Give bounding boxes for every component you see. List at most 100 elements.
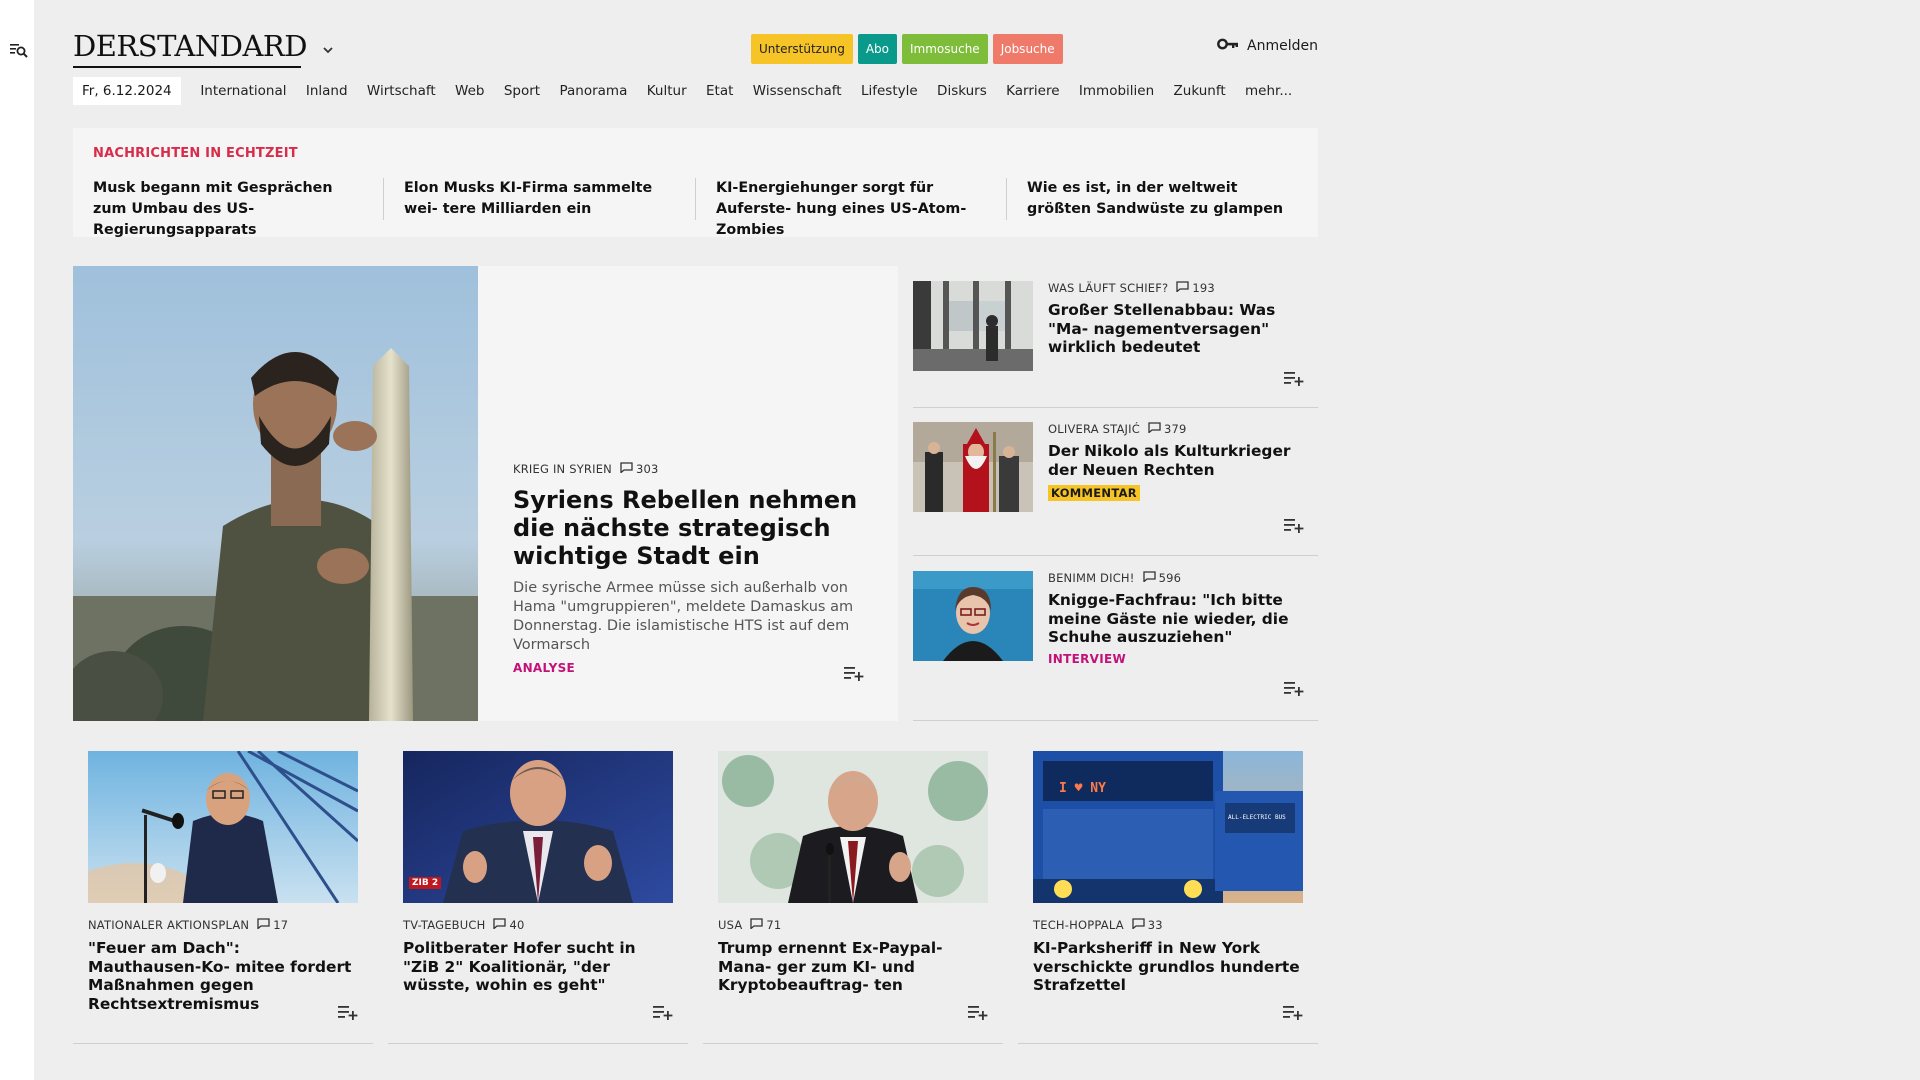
comment-icon — [1142, 571, 1156, 585]
side-kicker: BENIMM DICH! 596 — [1048, 571, 1310, 585]
article-image: ZIB 2 — [403, 751, 673, 903]
nav-sport[interactable]: Sport — [494, 83, 550, 99]
divider — [695, 178, 696, 220]
pill-jobsuche[interactable]: Jobsuche — [992, 34, 1063, 64]
article-card[interactable]: NATIONALER AKTIONSPLAN 17 "Feuer am Dach… — [73, 736, 373, 1044]
kommentar-tag: KOMMENTAR — [1048, 485, 1140, 501]
nav-web[interactable]: Web — [445, 83, 494, 99]
nav-inland[interactable]: Inland — [296, 83, 357, 99]
side-title[interactable]: Großer Stellenabbau: Was "Ma- nagementve… — [1048, 301, 1310, 357]
nav-kultur[interactable]: Kultur — [637, 83, 696, 99]
side-article-text: OLIVERA STAJIĆ 379 Der Nikolo als Kultur… — [1048, 422, 1310, 501]
comment-icon — [1176, 281, 1190, 295]
comment-count-value: 33 — [1147, 918, 1163, 932]
card-title[interactable]: KI-Parksheriff in New York verschickte g… — [1033, 939, 1303, 995]
nav-diskurs[interactable]: Diskurs — [927, 83, 996, 99]
pill-abo[interactable]: Abo — [857, 34, 897, 64]
article-image — [913, 281, 1033, 371]
article-image — [913, 422, 1033, 512]
card-title[interactable]: "Feuer am Dach": Mauthausen-Ko- mitee fo… — [88, 939, 358, 1013]
comment-count[interactable]: 303 — [620, 462, 659, 476]
pill-unterstuetzung[interactable]: Unterstützung — [751, 34, 853, 64]
realtime-item[interactable]: KI-Energiehunger sorgt für Auferste- hun… — [716, 178, 986, 241]
article-card[interactable]: USA 71 Trump ernennt Ex-Paypal-Mana- ger… — [703, 736, 1003, 1044]
kicker-label: BENIMM DICH! — [1048, 571, 1135, 585]
hero-text: KRIEG IN SYRIEN 303 Syriens Rebellen neh… — [513, 462, 868, 675]
side-article[interactable]: OLIVERA STAJIĆ 379 Der Nikolo als Kultur… — [913, 408, 1318, 556]
add-to-playlist-icon[interactable] — [844, 665, 864, 685]
side-title[interactable]: Der Nikolo als Kulturkrieger der Neuen R… — [1048, 442, 1310, 479]
divider — [383, 178, 384, 220]
add-to-playlist-icon[interactable] — [338, 1004, 358, 1024]
article-card[interactable]: ZIB 2 TV-TAGEBUCH 40 Politberater Hofer … — [388, 736, 688, 1044]
comment-count[interactable]: 17 — [257, 918, 288, 932]
side-article[interactable]: WAS LÄUFT SCHIEF? 193 Großer Stellenabba… — [913, 266, 1318, 408]
pill-immosuche[interactable]: Immosuche — [901, 34, 988, 64]
comment-icon — [1132, 918, 1145, 932]
divider — [1006, 178, 1007, 220]
comment-count[interactable]: 596 — [1142, 571, 1182, 585]
card-title[interactable]: Trump ernennt Ex-Paypal-Mana- ger zum KI… — [718, 939, 988, 995]
kicker-label: TECH-HOPPALA — [1033, 918, 1124, 932]
bus-destination-sign: I ♥ NY — [1059, 781, 1106, 796]
login-button[interactable]: Anmelden — [1217, 38, 1318, 54]
kicker-label: KRIEG IN SYRIEN — [513, 462, 612, 476]
comment-count[interactable]: 33 — [1132, 918, 1163, 932]
comment-count[interactable]: 193 — [1176, 281, 1215, 295]
add-to-playlist-icon[interactable] — [1284, 680, 1304, 700]
nav-more[interactable]: mehr... — [1235, 83, 1302, 99]
side-kicker: WAS LÄUFT SCHIEF? 193 — [1048, 281, 1310, 295]
nav-zukunft[interactable]: Zukunft — [1164, 83, 1236, 99]
comment-icon — [1148, 422, 1161, 436]
add-to-playlist-icon[interactable] — [1284, 517, 1304, 537]
kicker-label: NATIONALER AKTIONSPLAN — [88, 918, 250, 932]
login-label: Anmelden — [1247, 38, 1318, 54]
side-article-text: BENIMM DICH! 596 Knigge-Fachfrau: "Ich b… — [1048, 571, 1310, 666]
side-title[interactable]: Knigge-Fachfrau: "Ich bitte meine Gäste … — [1048, 591, 1310, 647]
card-title[interactable]: Politberater Hofer sucht in "ZiB 2" Koal… — [403, 939, 673, 995]
search-menu-icon[interactable] — [9, 42, 29, 60]
comment-icon — [257, 918, 270, 932]
realtime-item[interactable]: Musk begann mit Gesprächen zum Umbau des… — [93, 178, 363, 241]
comment-count-value: 17 — [273, 918, 289, 932]
nav-etat[interactable]: Etat — [696, 83, 743, 99]
comment-count-value: 71 — [766, 918, 782, 932]
hero-title[interactable]: Syriens Rebellen nehmen die nächste stra… — [513, 486, 868, 570]
hero-subtitle: Die syrische Armee müsse sich außerhalb … — [513, 580, 854, 653]
chevron-down-icon[interactable] — [321, 42, 335, 56]
nav-wirtschaft[interactable]: Wirtschaft — [357, 83, 445, 99]
nav-wissenschaft[interactable]: Wissenschaft — [743, 83, 851, 99]
nav-lifestyle[interactable]: Lifestyle — [851, 83, 927, 99]
add-to-playlist-icon[interactable] — [968, 1004, 988, 1024]
hero-article[interactable]: KRIEG IN SYRIEN 303 Syriens Rebellen neh… — [73, 266, 898, 721]
realtime-news-box: NACHRICHTEN IN ECHTZEIT Musk begann mit … — [73, 128, 1318, 238]
hero-image — [73, 266, 478, 721]
kicker-label: TV-TAGEBUCH — [403, 918, 486, 932]
card-kicker: USA 71 — [718, 918, 781, 932]
add-to-playlist-icon[interactable] — [1284, 370, 1304, 390]
nav-international[interactable]: International — [191, 83, 297, 99]
nav-immobilien[interactable]: Immobilien — [1069, 83, 1164, 99]
comment-count-value: 596 — [1158, 571, 1182, 585]
nav-karriere[interactable]: Karriere — [996, 83, 1069, 99]
side-article-text: WAS LÄUFT SCHIEF? 193 Großer Stellenabba… — [1048, 281, 1310, 357]
interview-tag: INTERVIEW — [1048, 651, 1127, 666]
kicker-label: OLIVERA STAJIĆ — [1048, 422, 1140, 436]
realtime-label: NACHRICHTEN IN ECHTZEIT — [93, 146, 298, 161]
realtime-item[interactable]: Wie es ist, in der weltweit größten Sand… — [1027, 178, 1297, 220]
comment-count[interactable]: 40 — [493, 918, 524, 932]
comment-count-value: 303 — [635, 462, 659, 476]
add-to-playlist-icon[interactable] — [653, 1004, 673, 1024]
comment-icon — [620, 462, 633, 476]
comment-count[interactable]: 379 — [1148, 422, 1187, 436]
realtime-item[interactable]: Elon Musks KI-Firma sammelte wei- tere M… — [404, 178, 674, 220]
card-kicker: TECH-HOPPALA 33 — [1033, 918, 1163, 932]
side-article[interactable]: BENIMM DICH! 596 Knigge-Fachfrau: "Ich b… — [913, 556, 1318, 721]
side-kicker: OLIVERA STAJIĆ 379 — [1048, 422, 1310, 436]
add-to-playlist-icon[interactable] — [1283, 1004, 1303, 1024]
current-date: Fr, 6.12.2024 — [73, 77, 181, 105]
site-logo[interactable]: DERSTANDARD — [73, 30, 307, 68]
nav-panorama[interactable]: Panorama — [550, 83, 637, 99]
comment-count[interactable]: 71 — [750, 918, 781, 932]
article-card[interactable]: I ♥ NY ALL-ELECTRIC BUS TECH-HOPPALA 33 … — [1018, 736, 1318, 1044]
